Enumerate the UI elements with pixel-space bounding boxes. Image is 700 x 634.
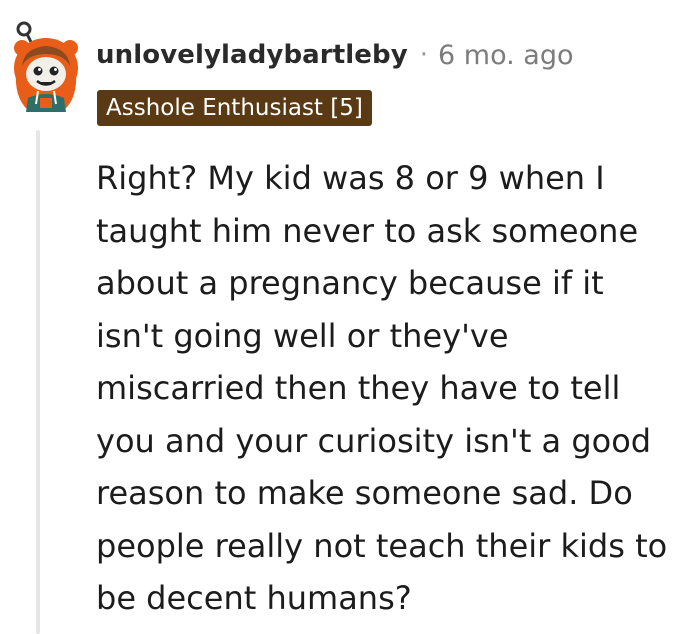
comment-timestamp[interactable]: 6 mo. ago [438,40,573,71]
comment-body-line: you and your curiosity isn't a good [96,421,652,460]
comment-body-line: isn't going well or they've [96,316,509,355]
comment-body-line: reason to make someone sad. Do [96,474,633,512]
comment-body-line: miscarried then they have to tell [96,369,621,407]
comment-header: unlovelyladybartleby · 6 mo. ago [96,34,574,76]
user-avatar[interactable] [8,18,84,114]
thread-line[interactable] [36,130,40,634]
comment-body-line: taught him never to ask someone [96,211,639,250]
comment-body: Right? My kid was 8 or 9 when I taught h… [96,152,692,625]
comment-body-line: about a pregnancy because if it [96,264,604,302]
snoo-avatar-icon [14,21,78,112]
username-link[interactable]: unlovelyladybartleby [96,40,408,70]
header-separator: · [419,40,429,70]
comment-body-line: be decent humans? [96,579,412,617]
comment: unlovelyladybartleby · 6 mo. ago Asshole… [0,0,700,634]
comment-body-line: people really not teach their kids to [96,526,668,565]
user-flair: Asshole Enthusiast [5] [97,90,372,126]
comment-body-line: Right? My kid was 8 or 9 when I [96,159,605,197]
